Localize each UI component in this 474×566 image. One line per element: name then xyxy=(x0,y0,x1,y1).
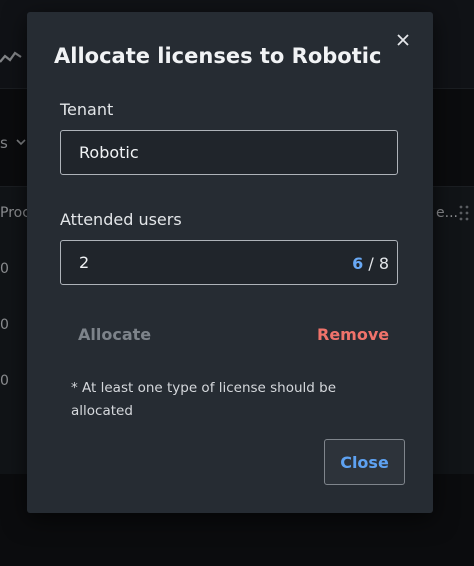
attended-users-field[interactable]: 6 / 8 xyxy=(60,240,398,285)
license-counter: 6 / 8 xyxy=(352,254,389,273)
used-count: 6 xyxy=(352,254,364,273)
total-count: 8 xyxy=(378,254,389,273)
allocate-licenses-dialog: Allocate licenses to Robotic Tenant Atte… xyxy=(27,12,433,513)
close-button[interactable]: Close xyxy=(324,439,405,485)
validation-note: * At least one type of license should be… xyxy=(71,380,337,419)
dialog-title: Allocate licenses to Robotic xyxy=(54,44,382,68)
remove-button[interactable]: Remove xyxy=(317,325,389,344)
counter-separator: / xyxy=(363,254,379,273)
tenant-field[interactable] xyxy=(60,130,398,175)
tenant-label: Tenant xyxy=(60,100,114,119)
close-icon-button[interactable] xyxy=(392,29,414,51)
close-icon xyxy=(397,34,409,46)
tenant-input[interactable] xyxy=(79,131,329,174)
attended-users-input[interactable] xyxy=(79,241,329,284)
allocate-button[interactable]: Allocate xyxy=(78,325,151,344)
attended-users-label: Attended users xyxy=(60,210,182,229)
